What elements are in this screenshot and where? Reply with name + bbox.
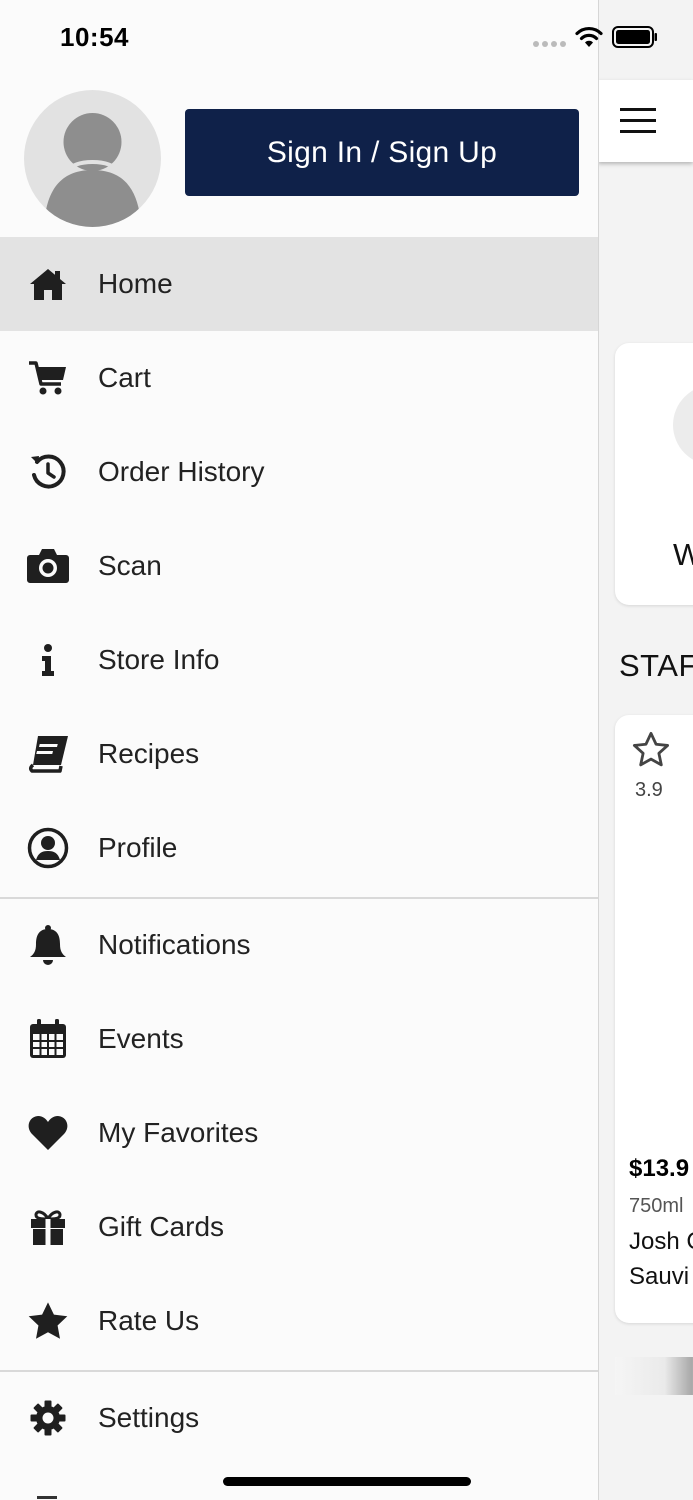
bell-icon xyxy=(26,923,70,967)
category-card[interactable]: W xyxy=(615,343,693,605)
category-label: W xyxy=(673,537,693,572)
menu-label: Home xyxy=(98,268,173,299)
camera-icon xyxy=(26,544,70,588)
calendar-icon xyxy=(26,1017,70,1061)
product-rating: 3.9 xyxy=(635,779,663,801)
status-bar: 10:54 xyxy=(0,0,693,75)
product-name-line2: Sauvi xyxy=(629,1263,690,1290)
menu-label: Cart xyxy=(98,362,151,393)
menu-item-notifications[interactable]: Notifications xyxy=(0,898,598,992)
category-image xyxy=(673,385,693,465)
status-time: 10:54 xyxy=(60,22,129,52)
menu-label: Rate Us xyxy=(98,1305,200,1336)
menu-item-order-history[interactable]: Order History xyxy=(0,425,598,519)
user-placeholder-icon xyxy=(44,113,141,227)
signal-icon xyxy=(533,41,566,47)
avatar[interactable] xyxy=(24,90,161,227)
app-header xyxy=(598,80,693,162)
product-price: $13.9 xyxy=(629,1155,690,1182)
menu-item-recipes[interactable]: Recipes xyxy=(0,707,598,801)
hamburger-menu-icon[interactable] xyxy=(620,108,656,134)
menu-label: Events xyxy=(98,1023,184,1054)
section-title: STAF xyxy=(619,648,693,683)
menu-item-rate-us[interactable]: Rate Us xyxy=(0,1274,598,1368)
menu-item-settings[interactable]: Settings xyxy=(0,1371,598,1465)
wifi-icon xyxy=(575,26,603,47)
menu-label: Store Info xyxy=(98,644,220,675)
gift-icon xyxy=(26,1205,70,1249)
history-icon xyxy=(26,450,70,494)
home-indicator[interactable] xyxy=(223,1477,471,1486)
star-icon xyxy=(26,1299,70,1343)
menu-label: Gift Cards xyxy=(98,1211,225,1242)
sign-in-button[interactable]: Sign In / Sign Up xyxy=(185,109,579,196)
menu-item-cart[interactable]: Cart xyxy=(0,331,598,425)
menu-label: Recipes xyxy=(98,738,200,769)
menu-label: My Favorites xyxy=(98,1117,259,1148)
product-name: Josh C Sauvi xyxy=(629,1224,693,1294)
product-name-line1: Josh C xyxy=(629,1228,693,1255)
product-card[interactable]: 3.9 $13.9 750ml Josh C Sauvi xyxy=(615,715,693,1323)
battery-icon xyxy=(612,26,657,48)
menu-item-store-info[interactable]: Store Info xyxy=(0,613,598,707)
cart-icon xyxy=(26,356,70,400)
promo-banner[interactable] xyxy=(615,1357,693,1395)
side-drawer: Sign In / Sign Up Home Cart Order Histor… xyxy=(0,0,599,1500)
user-circle-icon xyxy=(26,826,70,870)
menu-label: Profile xyxy=(98,832,178,863)
rating-star-icon xyxy=(632,731,670,767)
gear-icon xyxy=(26,1396,70,1440)
menu-item-home[interactable]: Home xyxy=(0,237,598,331)
menu-label: Settings xyxy=(98,1402,200,1433)
menu-item-my-favorites[interactable]: My Favorites xyxy=(0,1086,598,1180)
menu-label: Scan xyxy=(98,550,162,581)
info-icon xyxy=(26,638,70,682)
menu-label: Notifications xyxy=(98,929,251,960)
background-screen: W STAF 3.9 $13.9 750ml Josh C Sauvi xyxy=(598,0,693,1500)
menu-label: Order History xyxy=(98,456,265,487)
heart-icon xyxy=(26,1111,70,1155)
menu-item-gift-cards[interactable]: Gift Cards xyxy=(0,1180,598,1274)
menu-item-scan[interactable]: Scan xyxy=(0,519,598,613)
menu-item-profile[interactable]: Profile xyxy=(0,801,598,895)
next-item-peek xyxy=(37,1496,57,1499)
book-icon xyxy=(26,732,70,776)
menu-item-events[interactable]: Events xyxy=(0,992,598,1086)
home-icon xyxy=(26,262,70,306)
product-size: 750ml xyxy=(629,1195,684,1217)
